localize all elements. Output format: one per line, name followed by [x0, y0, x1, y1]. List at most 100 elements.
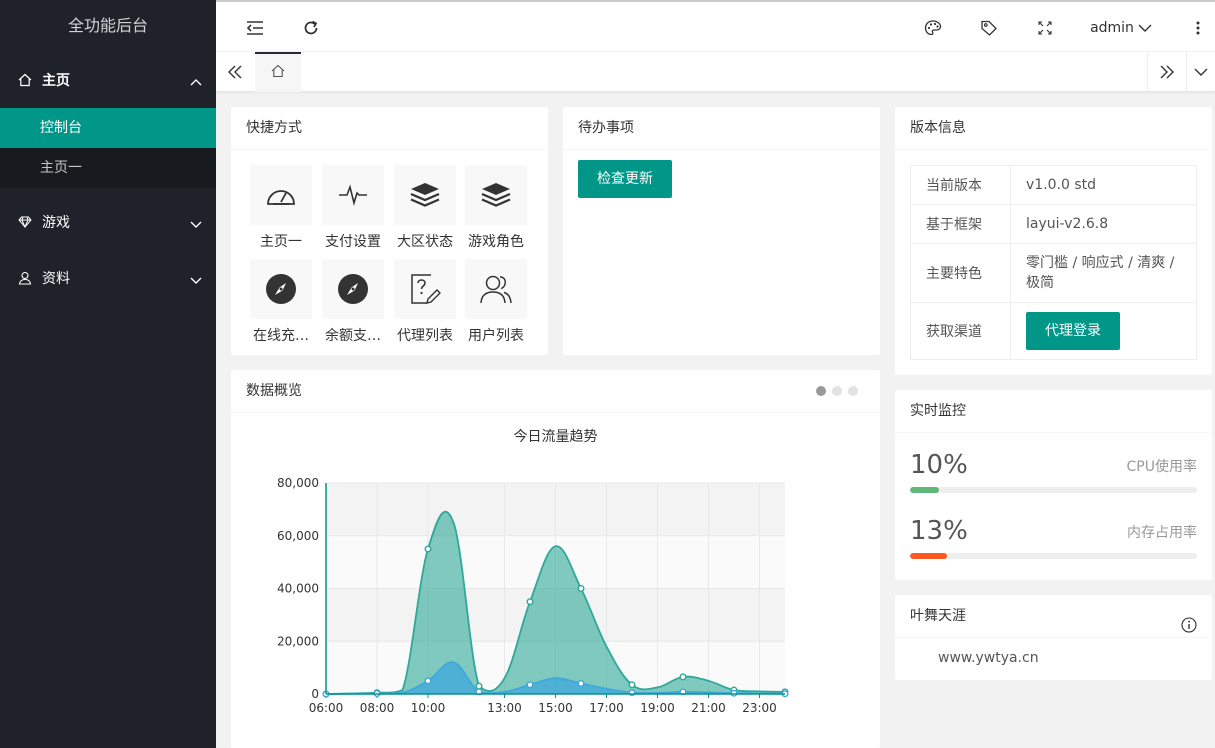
user-menu[interactable]: admin	[1090, 2, 1152, 54]
sidebar-item-home-one[interactable]: 主页一	[0, 148, 216, 188]
version-key: 基于框架	[910, 204, 1011, 244]
monitor-card: 实时监控 10% CPU使用率 13% 内存占用率	[895, 390, 1212, 580]
shortcut-label: 支付设置	[325, 234, 381, 250]
palette-icon[interactable]	[920, 2, 946, 54]
x-tick-label: 10:00	[411, 701, 446, 715]
shortcut-item[interactable]: 支付设置	[318, 165, 388, 251]
data-point	[730, 689, 738, 697]
tabs-prev-icon[interactable]	[216, 52, 254, 92]
check-update-button[interactable]: 检查更新	[578, 160, 672, 198]
pulse-icon	[322, 165, 384, 225]
shortcut-item[interactable]: 游戏角色	[461, 165, 531, 251]
version-value: layui-v2.6.8	[1010, 204, 1197, 244]
info-icon[interactable]	[1181, 608, 1197, 651]
shortcut-item[interactable]: 代理列表	[390, 259, 460, 345]
y-tick-label: 20,000	[277, 634, 319, 648]
version-card: 版本信息 当前版本 v1.0.0 std 基于框架 layui-v2.6.8 主…	[895, 107, 1212, 375]
menu-shrink-icon[interactable]	[242, 2, 268, 54]
app-logo: 全功能后台	[67, 16, 148, 35]
compass-icon	[250, 259, 312, 319]
card-title: 叶舞天涯	[895, 595, 1212, 638]
layers-icon	[465, 165, 527, 225]
x-tick-label: 19:00	[640, 701, 675, 715]
shortcut-label: 主页一	[260, 234, 302, 250]
cpu-value: 10%	[910, 450, 968, 480]
shortcut-item[interactable]: 大区状态	[390, 165, 460, 251]
sidebar-group-label: 资料	[42, 271, 70, 287]
x-tick-label: 15:00	[538, 701, 573, 715]
help-edit-icon	[394, 259, 456, 319]
traffic-chart: 0 20,000 40,000 60,000 80,000 06:00 08:00 10:00…	[277, 476, 789, 715]
table-row: 基于框架 layui-v2.6.8	[910, 204, 1197, 244]
sidebar-group-data[interactable]: 资料	[0, 250, 216, 306]
version-value: v1.0.0 std	[1010, 165, 1197, 205]
y-tick-label: 40,000	[277, 582, 319, 596]
shortcut-label: 在线充…	[253, 328, 309, 344]
sidebar-submenu-home: 控制台 主页一	[0, 108, 216, 188]
tab-home[interactable]	[255, 52, 301, 92]
agent-login-button[interactable]: 代理登录	[1026, 312, 1120, 350]
more-icon[interactable]	[1186, 2, 1210, 54]
todo-card: 待办事项 检查更新	[563, 107, 880, 355]
data-point	[577, 584, 585, 592]
y-tick-label: 0	[311, 687, 319, 701]
data-point	[424, 545, 432, 553]
author-card: 叶舞天涯 www.ywtya.cn	[895, 595, 1212, 680]
tabs-bar	[216, 52, 1215, 92]
shortcut-item[interactable]: 余额支…	[318, 259, 388, 345]
user-icon	[16, 269, 34, 287]
sidebar-item-console[interactable]: 控制台	[0, 108, 216, 148]
tag-icon[interactable]	[976, 2, 1002, 54]
chevron-down-icon	[190, 273, 202, 284]
memory-value: 13%	[910, 516, 968, 546]
card-title: 快捷方式	[231, 107, 548, 150]
x-tick-label: 08:00	[360, 701, 395, 715]
sidebar-group-label: 主页	[42, 73, 70, 89]
compass-icon	[322, 259, 384, 319]
shortcut-item[interactable]: 在线充…	[246, 259, 316, 345]
cpu-monitor: 10% CPU使用率	[910, 450, 1197, 490]
x-tick-label: 06:00	[309, 701, 344, 715]
memory-label: 内存占用率	[1127, 525, 1197, 541]
data-point	[628, 681, 636, 689]
tabs-next-icon[interactable]	[1147, 52, 1185, 92]
author-title: 叶舞天涯	[910, 608, 966, 624]
home-icon	[270, 63, 286, 83]
version-value: 零门槛 / 响应式 / 清爽 / 极简	[1010, 243, 1197, 303]
shortcut-label: 余额支…	[325, 328, 381, 344]
version-value-cell: 代理登录	[1010, 302, 1197, 360]
y-tick-label: 60,000	[277, 529, 319, 543]
table-row: 获取渠道 代理登录	[910, 302, 1197, 360]
version-key: 主要特色	[910, 243, 1011, 303]
shortcut-item[interactable]: 用户列表	[461, 259, 531, 345]
shortcut-item[interactable]: 主页一	[246, 165, 316, 251]
fullscreen-icon[interactable]	[1032, 2, 1058, 54]
cpu-progress-fill	[910, 487, 939, 493]
data-point	[526, 598, 534, 606]
tabs-menu-icon[interactable]	[1186, 52, 1215, 92]
data-point	[679, 673, 687, 681]
sidebar-group-home[interactable]: 主页	[0, 52, 216, 108]
cpu-progress	[910, 487, 1197, 493]
shortcuts-card: 快捷方式 主页一 支付设置 大区状态 游戏角色 在线充… 余额支… 代理列表 用…	[231, 107, 548, 355]
sidebar-group-label: 游戏	[42, 215, 70, 231]
cpu-label: CPU使用率	[1126, 459, 1197, 475]
shortcut-label: 代理列表	[397, 328, 453, 344]
shortcut-label: 用户列表	[468, 328, 524, 344]
author-site[interactable]: www.ywtya.cn	[938, 650, 1039, 666]
memory-progress-fill	[910, 553, 948, 559]
overview-card: 数据概览 今日流量趋势 0 20,000 40,000 60,000 80,000 06:…	[231, 370, 880, 748]
x-tick-label: 23:00	[742, 701, 777, 715]
refresh-icon[interactable]	[298, 2, 324, 54]
sidebar-group-game[interactable]: 游戏	[0, 194, 216, 250]
card-title: 版本信息	[895, 107, 1212, 150]
data-point	[526, 681, 534, 689]
dashboard-icon	[250, 165, 312, 225]
x-tick-label: 17:00	[589, 701, 624, 715]
version-key: 获取渠道	[910, 302, 1011, 360]
card-title: 待办事项	[563, 107, 880, 150]
diamond-icon	[16, 213, 34, 231]
chevron-up-icon	[190, 75, 202, 86]
memory-monitor: 13% 内存占用率	[910, 516, 1197, 556]
version-table: 当前版本 v1.0.0 std 基于框架 layui-v2.6.8 主要特色 零…	[910, 165, 1197, 360]
